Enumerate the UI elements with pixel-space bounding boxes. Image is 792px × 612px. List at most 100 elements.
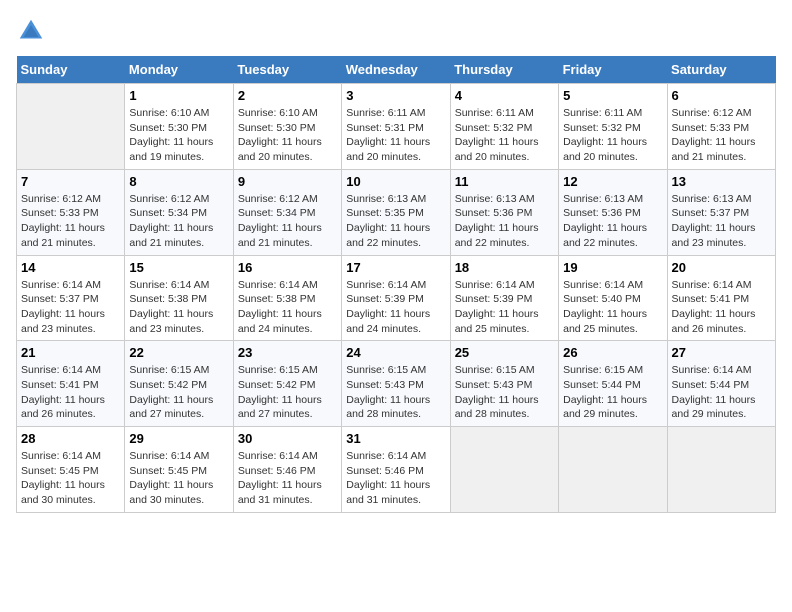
day-number: 3 (346, 88, 445, 103)
calendar-cell (450, 427, 558, 513)
week-row-4: 21Sunrise: 6:14 AMSunset: 5:41 PMDayligh… (17, 341, 776, 427)
day-number: 18 (455, 260, 554, 275)
calendar-cell: 24 Sunrise: 6:15 AMSunset: 5:43 PMDayligh… (342, 341, 450, 427)
cell-sun-info: Sunrise: 6:14 AMSunset: 5:39 PMDaylight:… (346, 278, 445, 337)
calendar-cell: 27 Sunrise: 6:14 AMSunset: 5:44 PMDayligh… (667, 341, 775, 427)
cell-sun-info: Sunrise: 6:14 AMSunset: 5:45 PMDaylight:… (129, 449, 228, 508)
day-number: 20 (672, 260, 771, 275)
calendar-cell: 14 Sunrise: 6:14 AMSunset: 5:37 PMDayligh… (17, 255, 125, 341)
day-header-thursday: Thursday (450, 56, 558, 84)
day-number: 13 (672, 174, 771, 189)
cell-sun-info: Sunrise: 6:14 AMSunset: 5:38 PMDaylight:… (129, 278, 228, 337)
calendar-cell: 26 Sunrise: 6:15 AMSunset: 5:44 PMDayligh… (559, 341, 667, 427)
generalblue-logo-icon (16, 16, 46, 46)
cell-sun-info: Sunrise: 6:14 AMSunset: 5:44 PMDaylight:… (672, 363, 771, 422)
calendar-cell: 9 Sunrise: 6:12 AMSunset: 5:34 PMDaylight… (233, 169, 341, 255)
day-number: 27 (672, 345, 771, 360)
day-number: 31 (346, 431, 445, 446)
day-number: 9 (238, 174, 337, 189)
day-number: 12 (563, 174, 662, 189)
day-number: 22 (129, 345, 228, 360)
calendar-cell: 18 Sunrise: 6:14 AMSunset: 5:39 PMDayligh… (450, 255, 558, 341)
calendar-cell: 28Sunrise: 6:14 AMSunset: 5:45 PMDayligh… (17, 427, 125, 513)
calendar-cell: 2 Sunrise: 6:10 AMSunset: 5:30 PMDaylight… (233, 84, 341, 170)
cell-sun-info: Sunrise: 6:13 AMSunset: 5:37 PMDaylight:… (672, 192, 771, 251)
calendar-cell: 22 Sunrise: 6:15 AMSunset: 5:42 PMDayligh… (125, 341, 233, 427)
cell-sun-info: Sunrise: 6:12 AMSunset: 5:33 PMDaylight:… (21, 192, 120, 251)
calendar-cell: 23 Sunrise: 6:15 AMSunset: 5:42 PMDayligh… (233, 341, 341, 427)
calendar-cell: 30Sunrise: 6:14 AMSunset: 5:46 PMDayligh… (233, 427, 341, 513)
day-number: 6 (672, 88, 771, 103)
calendar-cell: 19 Sunrise: 6:14 AMSunset: 5:40 PMDayligh… (559, 255, 667, 341)
calendar-cell: 16 Sunrise: 6:14 AMSunset: 5:38 PMDayligh… (233, 255, 341, 341)
calendar-cell: 20 Sunrise: 6:14 AMSunset: 5:41 PMDayligh… (667, 255, 775, 341)
week-row-2: 7 Sunrise: 6:12 AMSunset: 5:33 PMDaylight… (17, 169, 776, 255)
day-header-monday: Monday (125, 56, 233, 84)
cell-sun-info: Sunrise: 6:13 AMSunset: 5:35 PMDaylight:… (346, 192, 445, 251)
calendar-cell: 4Sunrise: 6:11 AMSunset: 5:32 PMDaylight… (450, 84, 558, 170)
cell-sun-info: Sunrise: 6:15 AMSunset: 5:44 PMDaylight:… (563, 363, 662, 422)
day-number: 1 (129, 88, 228, 103)
day-header-friday: Friday (559, 56, 667, 84)
day-number: 21 (21, 345, 120, 360)
day-number: 8 (129, 174, 228, 189)
week-row-3: 14 Sunrise: 6:14 AMSunset: 5:37 PMDayligh… (17, 255, 776, 341)
cell-sun-info: Sunrise: 6:15 AMSunset: 5:42 PMDaylight:… (129, 363, 228, 422)
cell-sun-info: Sunrise: 6:15 AMSunset: 5:43 PMDaylight:… (346, 363, 445, 422)
calendar-cell (559, 427, 667, 513)
day-number: 16 (238, 260, 337, 275)
day-number: 29 (129, 431, 228, 446)
day-number: 26 (563, 345, 662, 360)
day-number: 7 (21, 174, 120, 189)
cell-sun-info: Sunrise: 6:13 AMSunset: 5:36 PMDaylight:… (455, 192, 554, 251)
calendar-cell: 12 Sunrise: 6:13 AMSunset: 5:36 PMDayligh… (559, 169, 667, 255)
days-header-row: SundayMondayTuesdayWednesdayThursdayFrid… (17, 56, 776, 84)
cell-sun-info: Sunrise: 6:13 AMSunset: 5:36 PMDaylight:… (563, 192, 662, 251)
cell-sun-info: Sunrise: 6:14 AMSunset: 5:37 PMDaylight:… (21, 278, 120, 337)
day-number: 23 (238, 345, 337, 360)
day-number: 15 (129, 260, 228, 275)
day-number: 28 (21, 431, 120, 446)
cell-sun-info: Sunrise: 6:14 AMSunset: 5:40 PMDaylight:… (563, 278, 662, 337)
day-header-sunday: Sunday (17, 56, 125, 84)
cell-sun-info: Sunrise: 6:14 AMSunset: 5:39 PMDaylight:… (455, 278, 554, 337)
calendar-cell: 13 Sunrise: 6:13 AMSunset: 5:37 PMDayligh… (667, 169, 775, 255)
calendar-cell: 5Sunrise: 6:11 AMSunset: 5:32 PMDaylight… (559, 84, 667, 170)
calendar-cell: 21Sunrise: 6:14 AMSunset: 5:41 PMDayligh… (17, 341, 125, 427)
calendar-cell (667, 427, 775, 513)
cell-sun-info: Sunrise: 6:12 AMSunset: 5:34 PMDaylight:… (129, 192, 228, 251)
day-number: 4 (455, 88, 554, 103)
page-header (16, 16, 776, 46)
week-row-1: 1 Sunrise: 6:10 AMSunset: 5:30 PMDaylight… (17, 84, 776, 170)
calendar-cell: 7 Sunrise: 6:12 AMSunset: 5:33 PMDaylight… (17, 169, 125, 255)
calendar-cell: 3Sunrise: 6:11 AMSunset: 5:31 PMDaylight… (342, 84, 450, 170)
cell-sun-info: Sunrise: 6:14 AMSunset: 5:38 PMDaylight:… (238, 278, 337, 337)
calendar-cell: 29 Sunrise: 6:14 AMSunset: 5:45 PMDayligh… (125, 427, 233, 513)
day-number: 17 (346, 260, 445, 275)
day-number: 19 (563, 260, 662, 275)
calendar-cell: 10 Sunrise: 6:13 AMSunset: 5:35 PMDayligh… (342, 169, 450, 255)
calendar-cell: 25Sunrise: 6:15 AMSunset: 5:43 PMDayligh… (450, 341, 558, 427)
calendar-cell: 31 Sunrise: 6:14 AMSunset: 5:46 PMDayligh… (342, 427, 450, 513)
day-number: 10 (346, 174, 445, 189)
logo (16, 16, 50, 46)
calendar-cell (17, 84, 125, 170)
day-number: 11 (455, 174, 554, 189)
day-number: 24 (346, 345, 445, 360)
day-header-saturday: Saturday (667, 56, 775, 84)
day-number: 5 (563, 88, 662, 103)
cell-sun-info: Sunrise: 6:15 AMSunset: 5:43 PMDaylight:… (455, 363, 554, 422)
week-row-5: 28 Sunrise: 6:14 AMSunset: 5:45 PMDayligh… (17, 427, 776, 513)
day-number: 2 (238, 88, 337, 103)
cell-sun-info: Sunrise: 6:12 AMSunset: 5:34 PMDaylight:… (238, 192, 337, 251)
cell-sun-info: Sunrise: 6:15 AMSunset: 5:42 PMDaylight:… (238, 363, 337, 422)
day-number: 30 (238, 431, 337, 446)
cell-sun-info: Sunrise: 6:14 AMSunset: 5:46 PMDaylight:… (346, 449, 445, 508)
calendar-cell: 6Sunrise: 6:12 AMSunset: 5:33 PMDaylight… (667, 84, 775, 170)
day-number: 14 (21, 260, 120, 275)
cell-sun-info: Sunrise: 6:14 AMSunset: 5:41 PMDaylight:… (672, 278, 771, 337)
calendar-cell: 1Sunrise: 6:10 AMSunset: 5:30 PMDaylight… (125, 84, 233, 170)
day-header-tuesday: Tuesday (233, 56, 341, 84)
cell-sun-info: Sunrise: 6:10 AMSunset: 5:30 PMDaylight:… (238, 106, 337, 165)
calendar-cell: 11 Sunrise: 6:13 AMSunset: 5:36 PMDayligh… (450, 169, 558, 255)
